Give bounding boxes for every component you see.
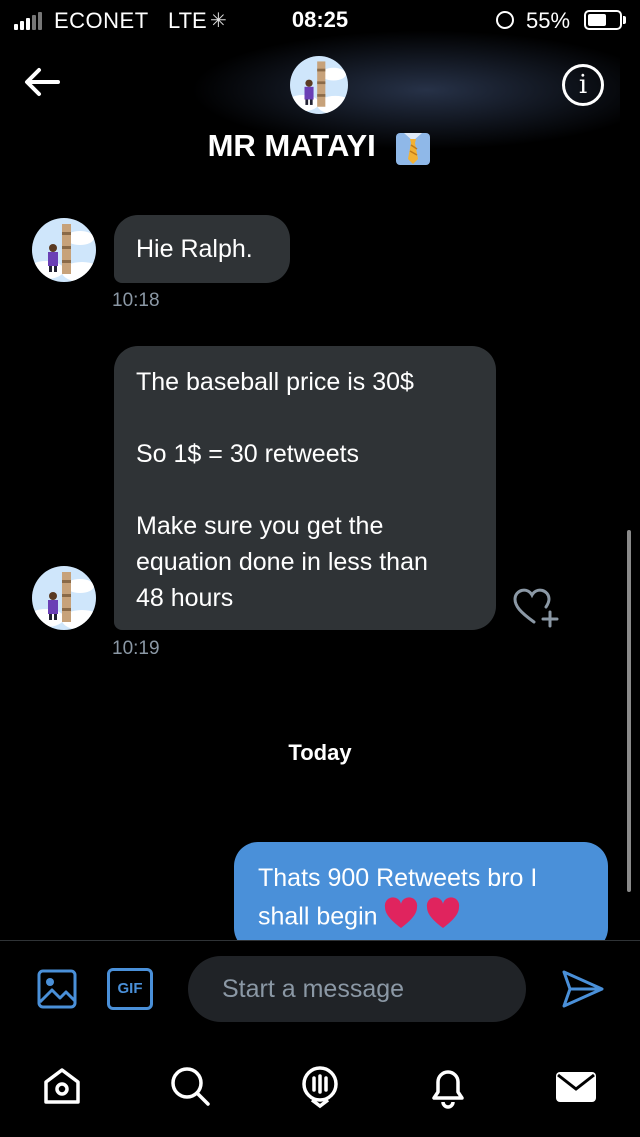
battery-nub	[623, 16, 626, 24]
conversation-title: MR MATAYI	[0, 128, 640, 167]
message-bubble[interactable]: Hie Ralph.	[114, 215, 290, 283]
message-bubble[interactable]: The baseball price is 30$ So 1$ = 30 ret…	[114, 346, 496, 630]
add-reaction-heart-icon[interactable]	[512, 586, 560, 628]
message-text: 48 hours	[136, 584, 234, 612]
gif-button[interactable]: GIF	[107, 968, 153, 1010]
message-text: Hie Ralph.	[136, 235, 253, 263]
message-input[interactable]	[188, 956, 526, 1022]
back-arrow-icon[interactable]	[22, 62, 62, 102]
sender-avatar[interactable]	[32, 218, 96, 282]
red-heart-emoji-icon	[384, 896, 460, 940]
message-timestamp: 10:19	[112, 638, 160, 659]
conversation-info-icon[interactable]: i	[562, 64, 604, 106]
necktie-icon	[394, 129, 432, 167]
header-avatar[interactable]	[290, 56, 348, 114]
message-text: Thats 900 Retweets bro I	[258, 864, 538, 892]
contact-name: MR MATAYI	[207, 128, 376, 163]
battery-icon	[584, 10, 622, 30]
message-text: So 1$ = 30 retweets	[136, 440, 360, 468]
search-icon[interactable]	[166, 1062, 214, 1110]
date-divider: Today	[288, 740, 352, 765]
message-timestamp: 10:18	[112, 290, 160, 311]
message-text: equation done in less than	[136, 548, 428, 576]
send-icon[interactable]	[560, 966, 606, 1012]
scrollbar[interactable]	[627, 530, 631, 892]
messages-icon[interactable]	[552, 1062, 600, 1110]
home-icon[interactable]	[38, 1062, 86, 1110]
my-message-bubble[interactable]: Thats 900 Retweets bro I shall begin	[234, 842, 608, 952]
message-text: The baseball price is 30$	[136, 368, 414, 396]
image-picker-icon[interactable]	[36, 968, 78, 1010]
sender-avatar[interactable]	[32, 566, 96, 630]
message-text: Make sure you get the	[136, 512, 384, 540]
spaces-icon[interactable]	[296, 1062, 344, 1110]
message-text: shall begin	[258, 902, 378, 931]
notifications-icon[interactable]	[424, 1062, 472, 1110]
rotation-lock-icon	[496, 11, 514, 29]
